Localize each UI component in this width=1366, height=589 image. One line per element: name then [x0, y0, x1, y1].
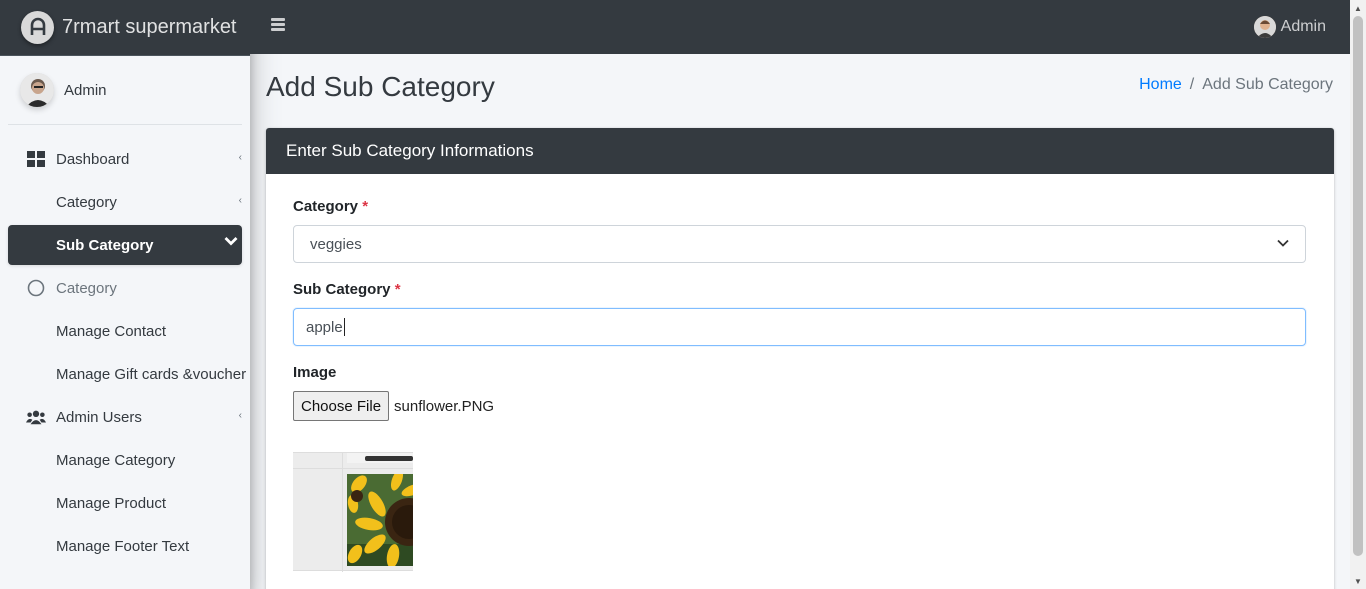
sub-category-form-card: Enter Sub Category Informations Category…	[266, 128, 1334, 589]
category-label-text: Category	[293, 198, 359, 215]
top-user-name: Admin	[1280, 18, 1326, 35]
top-user-menu[interactable]: Admin	[1253, 16, 1326, 38]
sunflower-image	[347, 474, 413, 566]
sidebar-item-label: Admin Users	[56, 408, 142, 426]
breadcrumb: Home / Add Sub Category	[1139, 76, 1333, 94]
sidebar-item-manage-contact[interactable]: Manage Contact	[8, 311, 242, 351]
sidebar-item-label: Category	[56, 279, 117, 297]
sidebar-user-name: Admin	[64, 81, 107, 99]
user-panel[interactable]: Admin	[8, 56, 242, 125]
breadcrumb-current: Add Sub Category	[1202, 76, 1333, 93]
card-title: Enter Sub Category Informations	[266, 128, 1334, 174]
chevron-down-icon	[224, 236, 238, 249]
sidebar-item-manage-category[interactable]: Manage Category	[8, 440, 242, 480]
angle-left-icon: ‹	[238, 152, 242, 163]
sidebar-item-label: Manage Gift cards &voucher	[56, 365, 247, 383]
sidebar-item-admin-users[interactable]: Admin Users ‹	[8, 397, 242, 437]
sidebar-item-label: Manage Product	[56, 494, 167, 512]
category-select[interactable]: veggies	[293, 225, 1306, 263]
breadcrumb-separator: /	[1189, 76, 1195, 93]
page-title: Add Sub Category	[266, 71, 495, 102]
circle-icon	[26, 279, 46, 297]
brand-name: 7rmart supermarket	[62, 16, 237, 38]
scroll-down-icon[interactable]: ▼	[1354, 577, 1362, 586]
sidebar-item-dashboard[interactable]: Dashboard ‹	[8, 139, 242, 179]
required-mark: *	[362, 198, 369, 215]
required-mark: *	[394, 281, 401, 298]
users-icon	[26, 408, 46, 426]
choose-file-button[interactable]: Choose File	[293, 391, 390, 421]
sidebar-item-label: Category	[56, 193, 117, 211]
sidebar-item-label: Manage Footer Text	[56, 537, 190, 555]
image-file-input[interactable]: Choose File sunflower.PNG	[293, 391, 1307, 421]
dashboard-grid-icon	[26, 150, 46, 168]
selected-file-name: sunflower.PNG	[394, 397, 495, 415]
hamburger-icon[interactable]	[271, 18, 285, 32]
chevron-down-icon	[1277, 238, 1289, 250]
sub-category-form: Category * veggies Sub Category * apple …	[266, 174, 1334, 445]
avatar	[20, 73, 54, 107]
sidebar-item-category-sub[interactable]: Category	[8, 268, 242, 308]
page-scrollbar[interactable]: ▲ ▼	[1350, 0, 1366, 589]
angle-left-icon: ‹	[238, 410, 242, 421]
breadcrumb-home-link[interactable]: Home	[1139, 76, 1182, 94]
sidebar-item-manage-footer-text[interactable]: Manage Footer Text	[8, 526, 242, 566]
adminlte-logo-icon	[21, 11, 54, 44]
sidebar-item-label: Sub Category	[56, 236, 154, 254]
image-preview	[293, 452, 413, 572]
sidebar-item-manage-gift-cards[interactable]: Manage Gift cards &voucher	[8, 354, 246, 394]
sub-category-label: Sub Category *	[293, 281, 1307, 298]
sidebar-item-label: Dashboard	[56, 150, 130, 168]
text-cursor	[343, 318, 345, 336]
sidebar-item-sub-category[interactable]: Sub Category	[8, 225, 242, 265]
category-label: Category *	[293, 198, 1307, 215]
sidebar-nav: Dashboard ‹ Category ‹ Sub Category Cate…	[0, 125, 250, 566]
top-navbar: Admin	[250, 0, 1350, 54]
scrollbar-thumb[interactable]	[1353, 16, 1363, 556]
angle-left-icon: ‹	[238, 195, 242, 206]
sub-category-input-value: apple	[306, 318, 343, 336]
avatar	[1253, 16, 1276, 38]
category-select-value: veggies	[310, 235, 362, 253]
sidebar-item-manage-product[interactable]: Manage Product	[8, 483, 242, 523]
sidebar-item-label: Manage Contact	[56, 322, 167, 340]
sidebar-item-category[interactable]: Category ‹	[8, 182, 242, 222]
sidebar: 7rmart supermarket Admin Dashboard ‹ Cat…	[0, 0, 250, 589]
sidebar-item-label: Manage Category	[56, 451, 176, 469]
sub-category-input[interactable]: apple	[293, 308, 1306, 346]
scroll-up-icon[interactable]: ▲	[1354, 4, 1362, 13]
brand-link[interactable]: 7rmart supermarket	[0, 0, 250, 56]
image-label: Image	[293, 364, 337, 381]
sub-category-label-text: Sub Category	[293, 281, 391, 298]
